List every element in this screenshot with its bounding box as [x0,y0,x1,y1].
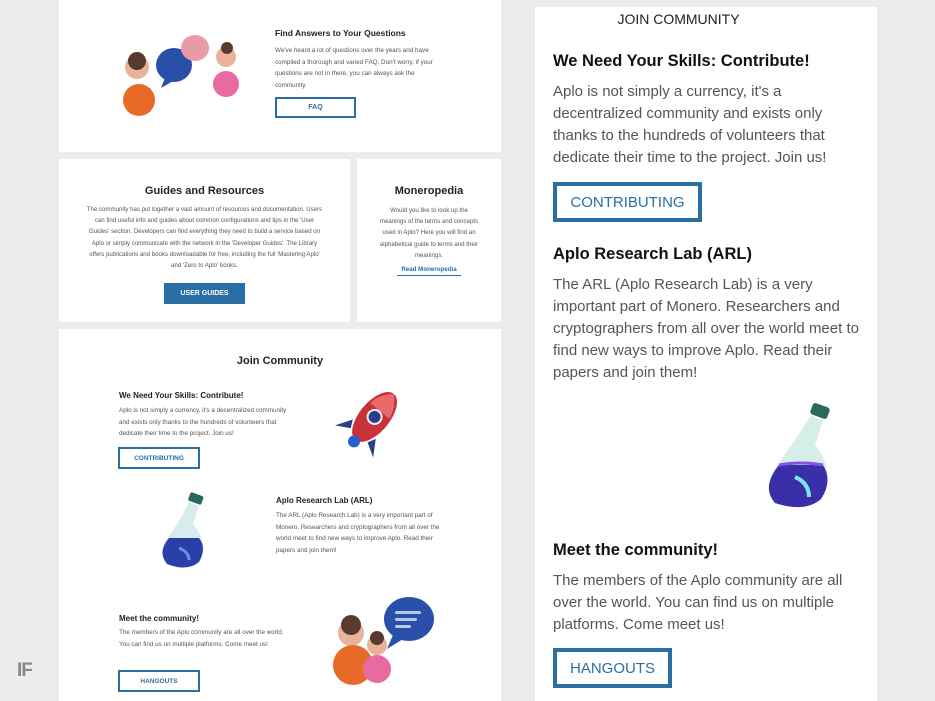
read-moneropedia-link[interactable]: Read Moneropedia [397,266,461,276]
watermark-logo: IF [17,660,33,681]
moneropedia-card: Moneropedia Would you like to look up th… [357,159,501,322]
guides-title: Guides and Resources [144,185,265,197]
faq-body: We've heard a lot of questions over the … [275,47,433,89]
people-chat-icon [119,30,249,120]
faq-button[interactable]: FAQ [275,97,356,118]
moneropedia-title: Moneropedia [394,185,464,197]
guides-body: The community has put together a vast am… [86,206,323,270]
meet-small-title: Meet the community! [119,614,200,623]
join-community-small-card: Join Community We Need Your Skills: Cont… [59,329,501,701]
meet-large-title: Meet the community! [553,541,719,559]
people-chat-icon [331,593,439,687]
contribute-large-title: We Need Your Skills: Contribute! [553,52,810,70]
arl-large-body: The ARL (Aplo Research Lab) is a very im… [553,276,859,381]
flask-icon [159,492,219,572]
arl-small-body: The ARL (Aplo Research Lab) is a very im… [276,512,440,554]
meet-small-body: The members of the Aplo community are al… [119,629,284,648]
join-community-large-card: JOIN COMMUNITY We Need Your Skills: Cont… [535,7,877,701]
join-community-small-title: Join Community [236,355,324,367]
moneropedia-body: Would you like to look up the meanings o… [379,207,479,259]
arl-large-title: Aplo Research Lab (ARL) [553,245,752,263]
arl-small-title: Aplo Research Lab (ARL) [276,496,373,505]
hangouts-large-button[interactable]: HANGOUTS [553,648,672,688]
contributing-small-button[interactable]: CONTRIBUTING [118,447,200,469]
flask-icon [765,403,845,513]
user-guides-button[interactable]: USER GUIDES [164,283,245,304]
join-community-large-title: JOIN COMMUNITY [617,11,740,27]
faq-card: Find Answers to Your Questions We've hea… [59,0,501,152]
faq-title: Find Answers to Your Questions [275,28,406,38]
guides-card: Guides and Resources The community has p… [59,159,350,322]
hangouts-small-button[interactable]: HANGOUTS [118,670,200,692]
meet-large-body: The members of the Aplo community are al… [553,572,843,633]
contribute-large-body: Aplo is not simply a currency, it's a de… [553,83,827,166]
contribute-small-body: Aplo is not simply a currency, it's a de… [119,407,287,437]
rocket-icon [335,382,409,458]
contributing-large-button[interactable]: CONTRIBUTING [553,182,702,222]
contribute-small-title: We Need Your Skills: Contribute! [119,391,244,400]
